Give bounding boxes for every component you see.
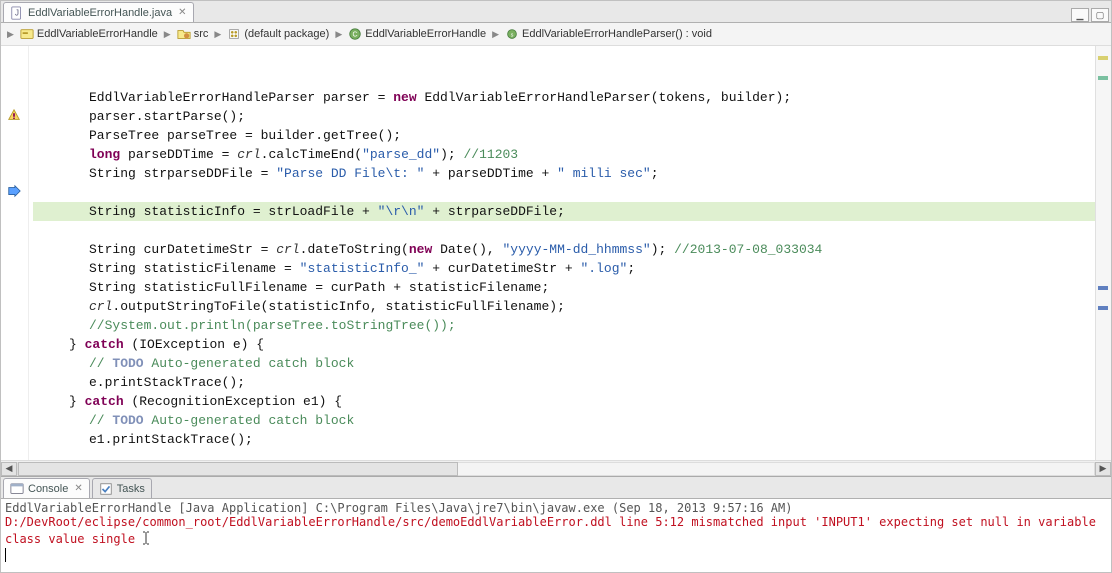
console-icon <box>10 482 24 496</box>
chevron-right-icon: ▶ <box>164 29 171 40</box>
code-line <box>33 71 97 86</box>
console-output[interactable]: EddlVariableErrorHandle [Java Applicatio… <box>1 499 1111 572</box>
chevron-right-icon: ▶ <box>335 29 342 40</box>
overview-ruler[interactable] <box>1095 46 1111 460</box>
package-icon <box>227 27 241 41</box>
console-header: EddlVariableErrorHandle [Java Applicatio… <box>5 501 1107 515</box>
svg-text:J: J <box>15 8 19 17</box>
close-icon[interactable]: ✕ <box>178 7 186 18</box>
tasks-icon <box>99 482 113 496</box>
instruction-pointer-icon[interactable] <box>7 184 21 198</box>
chevron-right-icon[interactable]: ▶ <box>7 29 14 40</box>
console-tab-label: Console <box>28 483 68 495</box>
code-line: String strparseDDFile = "Parse DD File\t… <box>33 166 659 181</box>
chevron-right-icon: ▶ <box>492 29 499 40</box>
svg-text:s: s <box>511 33 514 39</box>
svg-text:C: C <box>353 32 358 39</box>
code-scroll-area[interactable]: EddlVariableErrorHandleParser parser = n… <box>29 46 1095 460</box>
code-line: //System.out.println(parseTree.toStringT… <box>33 318 456 333</box>
code-line: crl.outputStringToFile(statisticInfo, st… <box>33 299 565 314</box>
ruler-warning-mark[interactable] <box>1098 56 1108 60</box>
console-caret-line <box>5 548 6 562</box>
editor-tab-label: EddlVariableErrorHandle.java <box>28 7 172 19</box>
code-content: EddlVariableErrorHandleParser parser = n… <box>29 46 1095 453</box>
source-folder-icon <box>177 27 191 41</box>
code-line: parser.startParse(); <box>33 109 245 124</box>
horizontal-scrollbar[interactable]: ◀ ▶ <box>1 460 1111 476</box>
tasks-tab[interactable]: Tasks <box>92 478 152 498</box>
scroll-right-button[interactable]: ▶ <box>1095 462 1111 476</box>
text-cursor-icon <box>142 531 150 545</box>
breadcrumb-label: EddlVariableErrorHandle <box>365 28 486 40</box>
code-editor[interactable]: EddlVariableErrorHandleParser parser = n… <box>1 46 1111 460</box>
maximize-button[interactable]: ▢ <box>1091 8 1109 22</box>
code-line: // TODO Auto-generated catch block <box>33 356 354 371</box>
code-line: ParseTree parseTree = builder.getTree(); <box>33 128 401 143</box>
breadcrumb-label: (default package) <box>244 28 329 40</box>
breadcrumb-src[interactable]: src <box>175 26 211 42</box>
class-icon: C <box>348 27 362 41</box>
editor-tab-bar: J EddlVariableErrorHandle.java ✕ ▁ ▢ <box>1 1 1111 23</box>
breadcrumb-label: EddlVariableErrorHandleParser() : void <box>522 28 712 40</box>
console-panel: Console ✕ Tasks EddlVariableErrorHandle … <box>1 476 1111 572</box>
code-line: // TODO Auto-generated catch block <box>33 413 354 428</box>
editor-window-controls: ▁ ▢ <box>1071 6 1111 22</box>
method-icon: s <box>505 27 519 41</box>
breadcrumb-project[interactable]: EddlVariableErrorHandle <box>18 26 160 42</box>
breadcrumb-package[interactable]: (default package) <box>225 26 331 42</box>
ruler-execution-mark[interactable] <box>1098 76 1108 80</box>
java-file-icon: J <box>10 6 24 20</box>
breadcrumb-label: src <box>194 28 209 40</box>
console-tab-bar: Console ✕ Tasks <box>1 477 1111 499</box>
scroll-track[interactable] <box>17 462 1095 476</box>
code-line: } catch (IOException e) { <box>33 337 264 352</box>
ruler-todo-mark[interactable] <box>1098 286 1108 290</box>
breadcrumb-class[interactable]: C EddlVariableErrorHandle <box>346 26 488 42</box>
code-line <box>33 185 97 200</box>
scroll-left-button[interactable]: ◀ <box>1 462 17 476</box>
code-line: long parseDDTime = crl.calcTimeEnd("pars… <box>33 147 518 162</box>
editor-tab[interactable]: J EddlVariableErrorHandle.java ✕ <box>3 2 194 22</box>
code-line: e1.printStackTrace(); <box>33 432 253 447</box>
code-line: String curDatetimeStr = crl.dateToString… <box>33 242 822 257</box>
code-line: String statisticFilename = "statisticInf… <box>33 261 635 276</box>
breadcrumb-method[interactable]: s EddlVariableErrorHandleParser() : void <box>503 26 714 42</box>
code-line: EddlVariableErrorHandleParser parser = n… <box>33 90 791 105</box>
ruler-todo-mark[interactable] <box>1098 306 1108 310</box>
code-line: String statisticFullFilename = curPath +… <box>33 280 549 295</box>
close-icon[interactable]: ✕ <box>74 483 82 494</box>
editor-gutter[interactable] <box>1 46 29 460</box>
console-tab[interactable]: Console ✕ <box>3 478 90 498</box>
chevron-right-icon: ▶ <box>214 29 221 40</box>
scroll-thumb[interactable] <box>18 462 458 476</box>
code-line: } catch (RecognitionException e1) { <box>33 394 342 409</box>
tasks-tab-label: Tasks <box>117 483 145 495</box>
warning-marker-icon[interactable] <box>7 108 21 122</box>
execution-line: String statisticInfo = strLoadFile + "\r… <box>33 202 1095 221</box>
code-line: e.printStackTrace(); <box>33 375 245 390</box>
project-icon <box>20 27 34 41</box>
console-error-line: D:/DevRoot/eclipse/common_root/EddlVaria… <box>5 515 1107 546</box>
minimize-button[interactable]: ▁ <box>1071 8 1089 22</box>
breadcrumb-label: EddlVariableErrorHandle <box>37 28 158 40</box>
breadcrumb: ▶ EddlVariableErrorHandle ▶ src ▶ (defau… <box>1 23 1111 46</box>
